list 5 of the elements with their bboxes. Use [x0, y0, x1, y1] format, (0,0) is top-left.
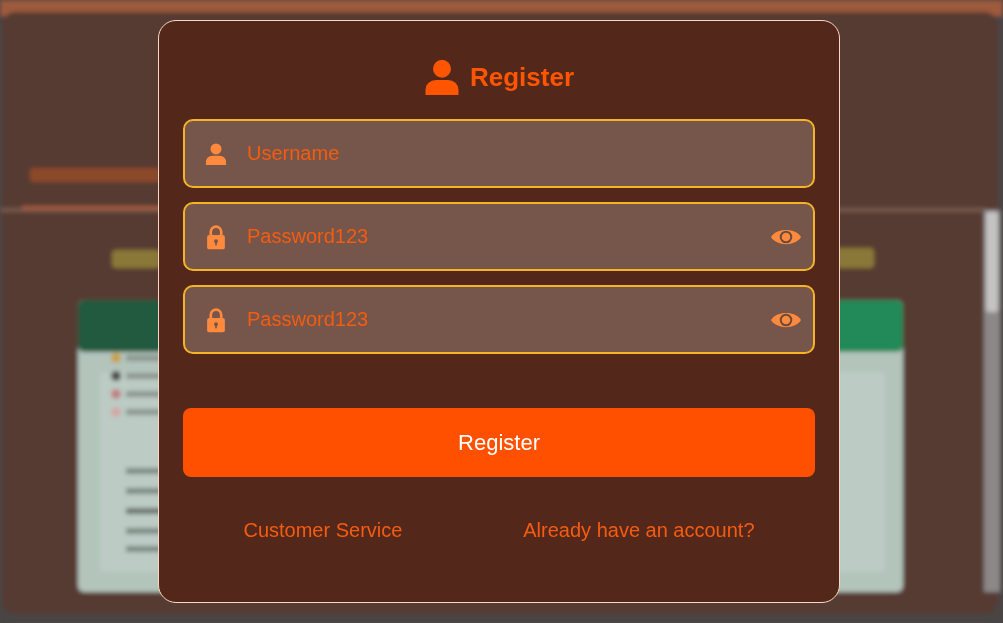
- footer-link[interactable]: Already have an account?: [523, 518, 755, 542]
- lock-icon: [205, 307, 227, 332]
- footer-link[interactable]: Customer Service: [243, 518, 403, 542]
- register-button[interactable]: Register: [183, 408, 815, 477]
- password-field[interactable]: Password123: [183, 285, 815, 354]
